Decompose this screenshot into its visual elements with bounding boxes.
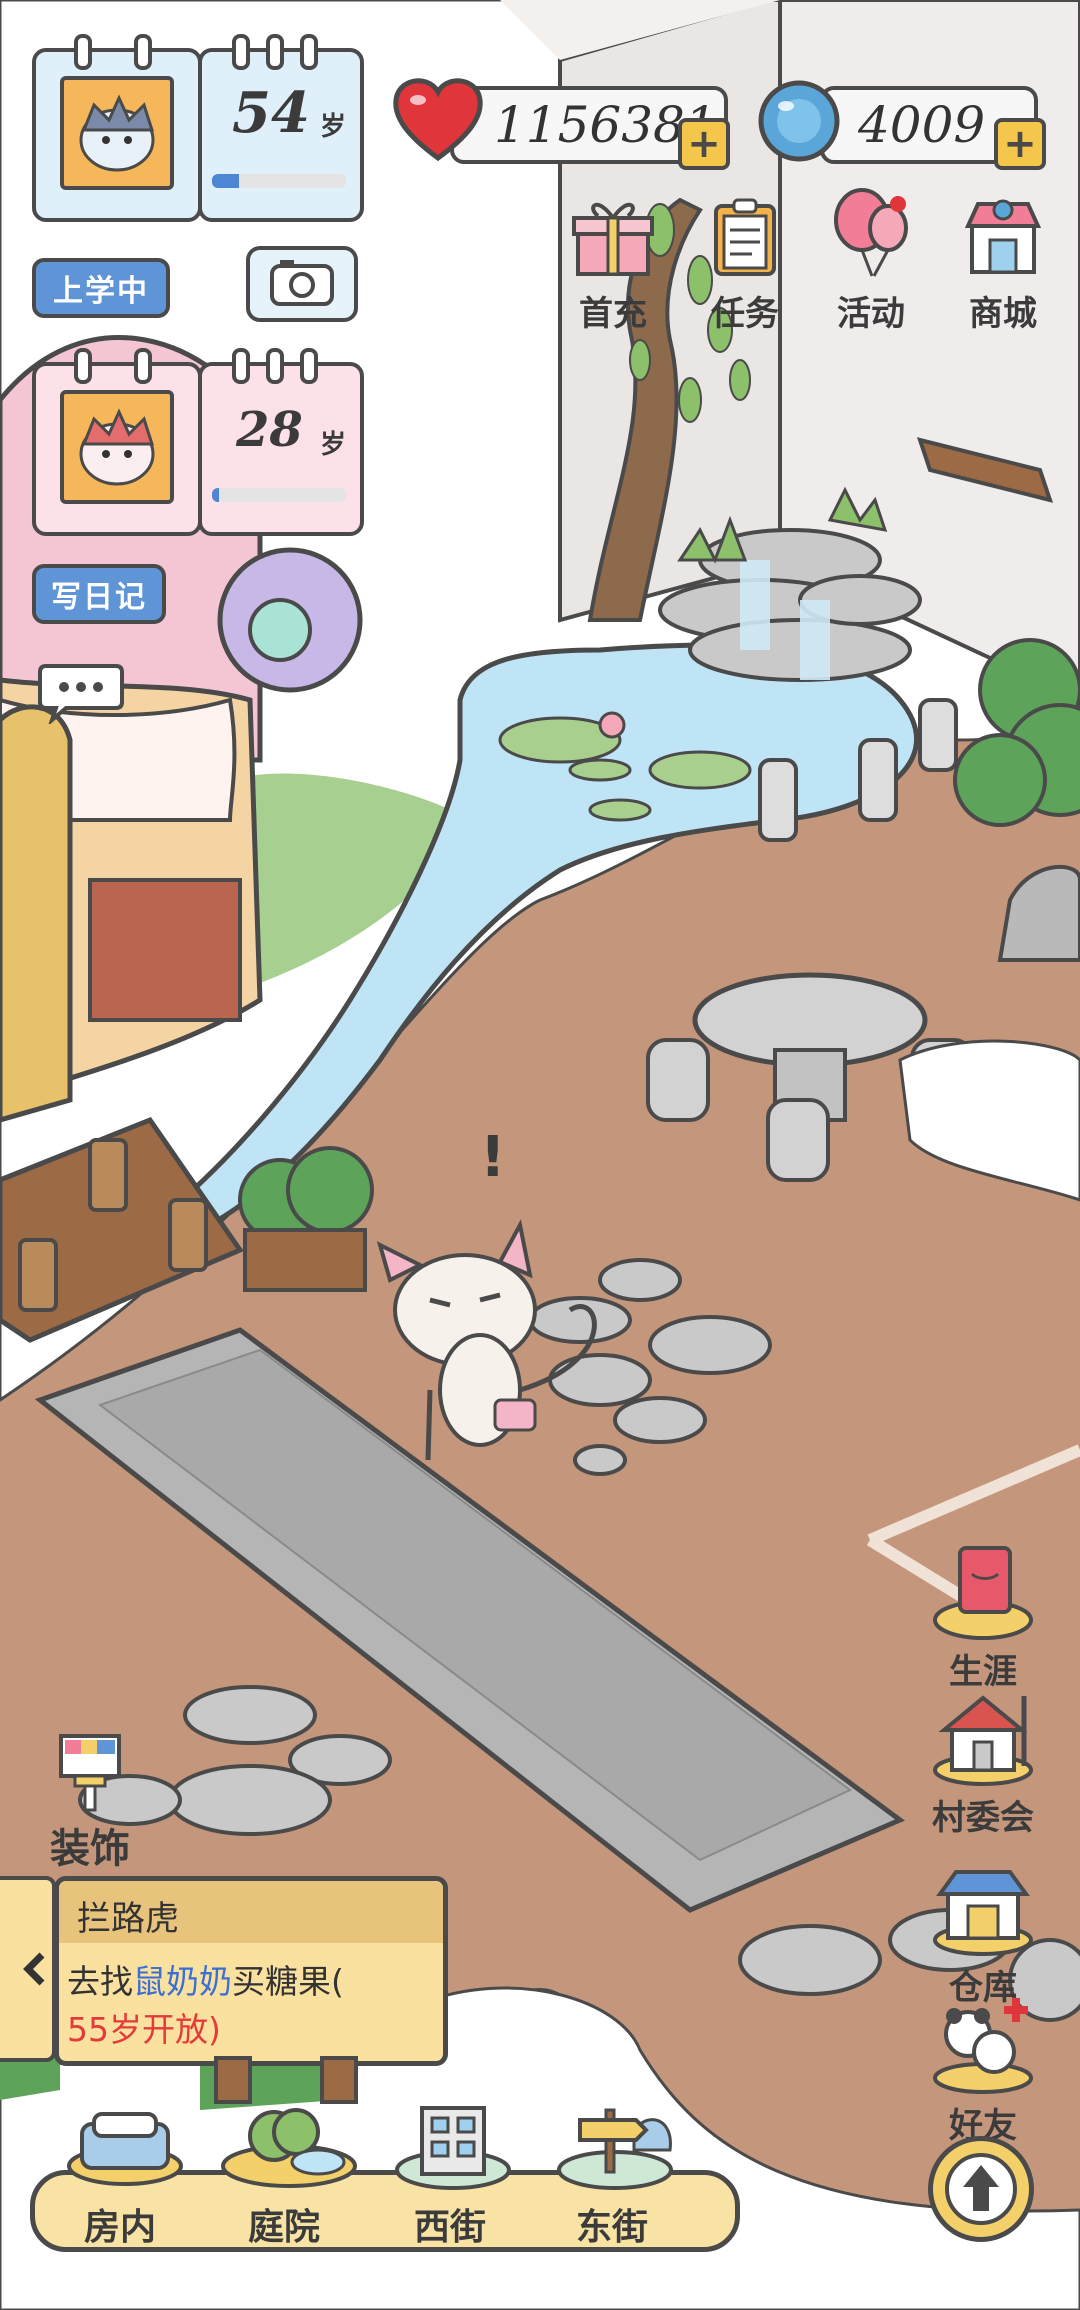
- shop-button[interactable]: 商城: [948, 196, 1058, 335]
- arrow-up-icon: [945, 2153, 1017, 2225]
- nav-west-street-button[interactable]: 西街: [388, 2100, 518, 2250]
- camera-button[interactable]: [246, 246, 358, 322]
- character-progress-2: [212, 488, 346, 502]
- chat-bubble-icon: [38, 664, 124, 727]
- signpost-icon: [557, 2108, 673, 2190]
- gem-icon: [754, 76, 844, 166]
- add-hearts-button[interactable]: +: [678, 118, 730, 170]
- exclaim-mark: !: [480, 1125, 506, 1190]
- camera-icon: [270, 260, 334, 306]
- tasks-label: 任务: [711, 294, 779, 334]
- quest-board[interactable]: 拦路虎 去找鼠奶奶买糖果( 55岁开放): [54, 1876, 448, 2066]
- quest-text-highlight[interactable]: 鼠奶奶: [133, 1962, 232, 2001]
- panda-friends-icon: [933, 1998, 1033, 2094]
- career-button[interactable]: 生涯: [918, 1540, 1048, 1693]
- hedgehog-pink-avatar-icon: [60, 390, 174, 504]
- book-icon: [933, 1546, 1033, 1640]
- quest-text-suffix: 买糖果(: [232, 1962, 344, 2001]
- nav-room-label: 房内: [84, 2207, 157, 2248]
- village-house-icon: [933, 1695, 1033, 1786]
- nav-west-street-label: 西街: [414, 2207, 487, 2248]
- garden-icon: [221, 2108, 357, 2188]
- quest-description: 去找鼠奶奶买糖果(: [67, 1955, 344, 2003]
- quest-text-prefix: 去找: [67, 1962, 133, 2001]
- events-label: 活动: [837, 294, 905, 334]
- first-recharge-label: 首充: [579, 294, 647, 334]
- bed-icon: [67, 2112, 183, 2186]
- chat-bubble-button[interactable]: [36, 658, 126, 727]
- tasks-button[interactable]: 任务: [690, 196, 800, 335]
- decorate-button[interactable]: 装饰: [30, 1730, 150, 1874]
- warehouse-icon: [933, 1870, 1033, 1956]
- scroll-up-button[interactable]: [928, 2136, 1034, 2242]
- decorate-label: 装饰: [50, 1826, 130, 1872]
- village-committee-label: 村委会: [932, 1798, 1034, 1838]
- character-age-card-1[interactable]: 54 岁: [198, 34, 364, 222]
- events-button[interactable]: 活动: [816, 186, 926, 335]
- nav-garden-button[interactable]: 庭院: [214, 2096, 364, 2250]
- shop-icon: [964, 199, 1042, 274]
- nav-east-street-label: 东街: [576, 2207, 649, 2248]
- friends-button[interactable]: 好友: [918, 1990, 1048, 2147]
- building-icon: [395, 2106, 511, 2190]
- character-age-2: 28: [236, 402, 303, 458]
- shop-label: 商城: [969, 294, 1037, 334]
- clipboard-icon: [714, 198, 776, 276]
- character-progress-fill-1: [212, 174, 239, 188]
- character-card-1[interactable]: [32, 34, 202, 222]
- first-recharge-button[interactable]: 首充: [558, 196, 668, 335]
- heart-icon: [388, 70, 488, 170]
- character-progress-fill-2: [212, 488, 219, 502]
- character-age-unit-1: 岁: [320, 112, 347, 142]
- hedgehog-grandpa-avatar-icon: [60, 76, 174, 190]
- nav-east-street-button[interactable]: 东街: [550, 2100, 680, 2250]
- village-committee-button[interactable]: 村委会: [918, 1686, 1048, 1839]
- character-age-unit-2: 岁: [320, 430, 347, 460]
- chevron-left-icon: [23, 1952, 45, 1986]
- character-age-1: 54: [232, 80, 310, 146]
- nav-garden-label: 庭院: [248, 2207, 321, 2248]
- gift-icon: [572, 203, 654, 276]
- character-card-2[interactable]: [32, 348, 202, 536]
- quest-title: 拦路虎: [77, 1899, 179, 1939]
- nav-room-button[interactable]: 房内: [60, 2100, 190, 2250]
- character-age-card-2[interactable]: 28 岁: [198, 348, 364, 536]
- add-gems-button[interactable]: +: [994, 118, 1046, 170]
- character-status-2[interactable]: 写日记: [32, 564, 166, 624]
- gems-value: 4009: [858, 96, 986, 154]
- quest-unlock-text: 55岁开放): [67, 2010, 221, 2049]
- warehouse-button[interactable]: 仓库: [918, 1860, 1048, 2009]
- paint-palette-icon: [59, 1734, 121, 1812]
- character-status-1[interactable]: 上学中: [32, 258, 170, 318]
- quest-prev-button[interactable]: [0, 1876, 56, 2062]
- character-progress-1: [212, 174, 346, 188]
- balloon-icon: [834, 188, 908, 277]
